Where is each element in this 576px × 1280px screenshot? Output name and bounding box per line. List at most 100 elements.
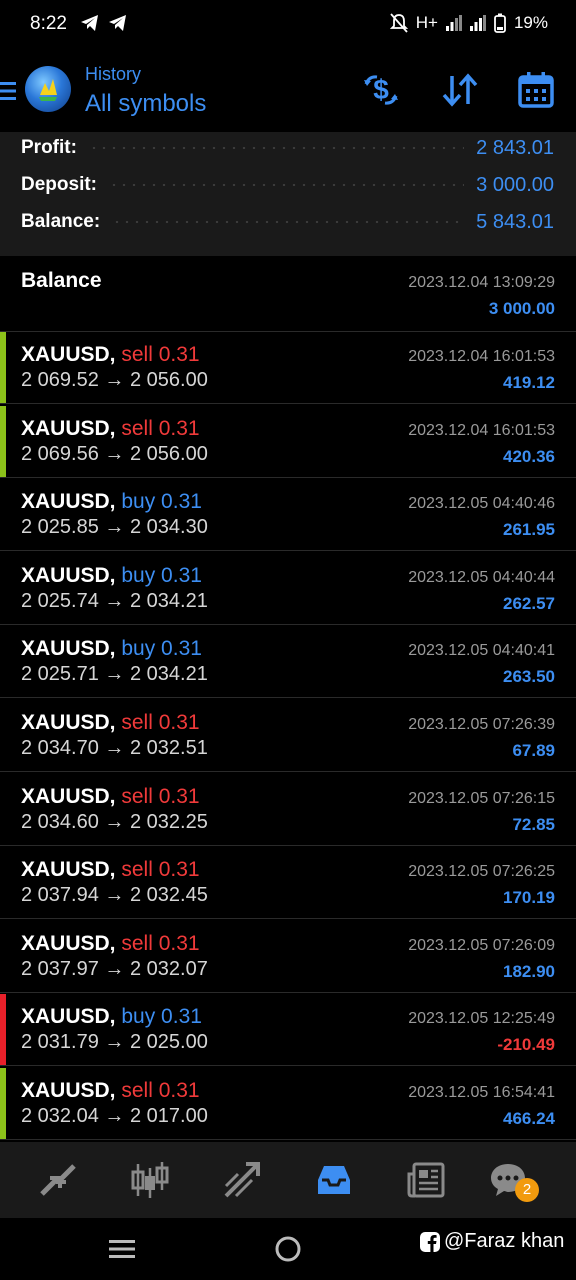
metatrader-logo-icon [39,79,57,101]
trade-row[interactable]: XAUUSD, sell 0.31 2 069.52 → 2 056.00 20… [0,331,576,404]
trade-row[interactable]: XAUUSD, sell 0.31 2 034.70 → 2 032.51 20… [0,699,576,772]
trade-side: sell 0.31 [121,784,200,808]
summary-profit-row: Profit: 2 843.01 [21,133,554,163]
battery-icon [494,13,506,33]
summary-label: Balance: [21,211,101,232]
trade-row[interactable]: XAUUSD, sell 0.31 2 037.94 → 2 032.45 20… [0,846,576,920]
trade-row[interactable]: XAUUSD, buy 0.31 2 025.71 → 2 034.21 202… [0,625,576,699]
chart-icon[interactable] [130,1160,170,1200]
network-type: H+ [415,13,438,32]
balance-entry-row[interactable]: Balance 2023.12.04 13:09:29 3 000.00 [0,256,576,332]
trade-row[interactable]: XAUUSD, buy 0.31 2 025.74 → 2 034.21 202… [0,552,576,625]
trade-side: buy 0.31 [121,563,202,587]
status-right-icons: H+ 19% [389,13,548,33]
quotes-icon[interactable] [38,1160,78,1200]
trade-prices: 2 034.60 → 2 032.25 [21,811,208,834]
symbol-name: XAUUSD, [21,416,116,440]
signal-icon [469,15,486,31]
close-price: 2 056.00 [129,369,208,391]
trade-time: 2023.12.04 16:01:53 [408,421,555,439]
trade-row[interactable]: XAUUSD, sell 0.31 2 032.04 → 2 017.00 20… [0,1067,576,1140]
symbol-name: XAUUSD, [21,931,116,955]
open-price: 2 025.74 [21,589,99,612]
home-icon[interactable] [274,1235,302,1263]
chat-badge: 2 [515,1178,539,1202]
symbol-name: XAUUSD, [21,711,116,734]
trade-side: buy 0.31 [121,637,202,661]
trade-symbol: XAUUSD, sell 0.31 [21,1079,200,1103]
watermark-text: @Faraz khan [444,1230,565,1252]
trade-prices: 2 037.94 → 2 032.45 [21,884,208,907]
balance-entry-label: Balance [21,269,102,292]
trade-row[interactable]: XAUUSD, sell 0.31 2 034.60 → 2 032.25 20… [0,773,576,846]
arrow-icon: → [104,737,125,759]
profit-indicator-bar [0,774,6,845]
history-list[interactable]: Balance 2023.12.04 13:09:29 3 000.00 XAU… [0,256,576,1142]
recent-apps-icon[interactable] [108,1238,136,1260]
svg-text:$: $ [373,74,389,105]
trade-time: 2023.12.05 07:26:09 [408,936,555,954]
symbol-name: XAUUSD, [21,1005,116,1029]
news-icon[interactable] [406,1160,446,1200]
trade-side: buy 0.31 [121,490,202,514]
trade-symbol: XAUUSD, buy 0.31 [21,637,202,661]
close-price: 2 032.51 [129,737,208,759]
trade-symbol: XAUUSD, sell 0.31 [21,711,200,735]
trade-symbol: XAUUSD, buy 0.31 [21,490,202,514]
trade-icon[interactable] [222,1160,262,1200]
arrow-icon: → [104,663,125,686]
open-price: 2 031.79 [21,1031,99,1054]
trade-profit: 262.57 [503,593,555,613]
telegram-icon [81,15,98,31]
arrow-icon: → [104,589,125,612]
trade-profit: 419.12 [503,373,555,392]
header-subtitle: History [85,64,142,84]
trade-time: 2023.12.05 04:40:41 [408,642,555,660]
arrow-icon: → [104,1031,125,1054]
trade-row[interactable]: XAUUSD, buy 0.31 2 025.85 → 2 034.30 202… [0,478,576,552]
summary-label: Deposit: [21,174,97,195]
close-price: 2 056.00 [129,442,208,465]
currency-exchange-icon[interactable]: $ [361,70,401,110]
trade-symbol: XAUUSD, sell 0.31 [21,932,200,956]
trade-prices: 2 025.85 → 2 034.30 [21,516,208,539]
trade-side: sell 0.31 [121,343,200,366]
dotted-leader [88,147,465,149]
trade-time: 2023.12.05 04:40:46 [408,495,555,513]
status-notification-icons [80,12,128,34]
trade-profit: 182.90 [503,961,555,981]
trade-row[interactable]: XAUUSD, sell 0.31 2 037.97 → 2 032.07 20… [0,920,576,993]
open-price: 2 032.04 [21,1105,99,1127]
open-price: 2 037.97 [21,957,99,980]
trade-profit: 170.19 [503,888,555,908]
profit-indicator-bar [0,847,6,918]
trade-symbol: XAUUSD, buy 0.31 [21,1005,202,1029]
trade-symbol: XAUUSD, sell 0.31 [21,417,200,441]
trade-time: 2023.12.04 16:01:53 [408,348,555,365]
sort-icon[interactable] [440,70,480,110]
trade-time: 2023.12.05 16:54:41 [408,1084,555,1101]
profit-indicator-bar [0,626,6,697]
summary-value: 5 843.01 [476,210,554,233]
trade-row[interactable]: XAUUSD, sell 0.31 2 069.56 → 2 056.00 20… [0,405,576,478]
arrow-icon: → [104,442,125,465]
profit-indicator-bar [0,332,6,403]
balance-entry-time: 2023.12.04 13:09:29 [408,274,555,291]
trade-prices: 2 025.71 → 2 034.21 [21,663,208,686]
balance-entry-amount: 3 000.00 [488,299,555,318]
bottom-nav [0,1142,576,1218]
account-summary: Profit: 2 843.01 Deposit: 3 000.00 Balan… [0,132,576,256]
trade-row[interactable]: XAUUSD, buy 0.31 2 031.79 → 2 025.00 202… [0,993,576,1067]
app-logo [25,66,71,112]
trade-time: 2023.12.05 07:26:25 [408,863,555,881]
close-price: 2 032.45 [129,884,208,907]
header-title[interactable]: All symbols [85,90,206,118]
summary-value: 2 843.01 [476,136,554,159]
open-price: 2 025.71 [21,663,99,686]
calendar-icon[interactable] [516,70,556,110]
history-icon[interactable] [314,1160,354,1200]
open-price: 2 069.56 [21,442,99,465]
summary-balance-row: Balance: 5 843.01 [21,207,554,237]
menu-icon[interactable] [0,80,16,102]
close-price: 2 032.07 [129,957,208,980]
